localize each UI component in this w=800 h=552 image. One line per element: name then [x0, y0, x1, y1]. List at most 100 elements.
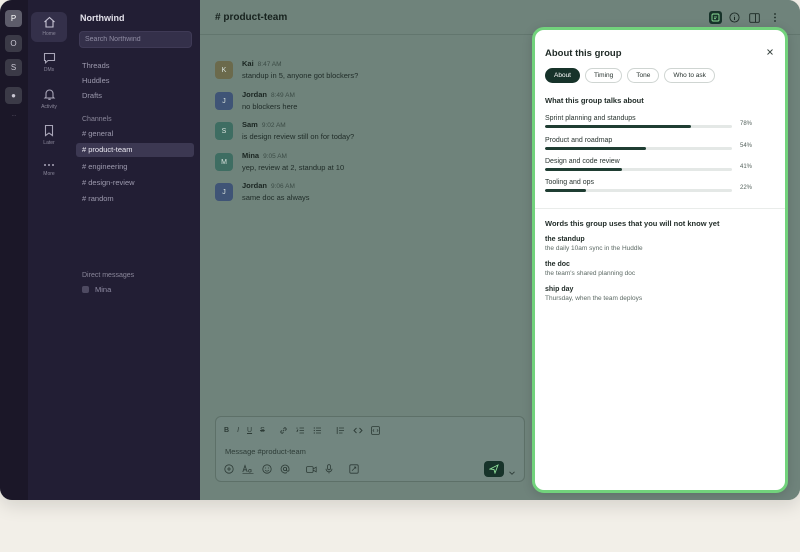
sidebar-channel-general[interactable]: # general — [76, 127, 194, 141]
home-icon — [43, 16, 55, 28]
strike-button[interactable]: S — [260, 427, 265, 434]
code-button[interactable] — [353, 426, 363, 435]
bold-button[interactable]: B — [224, 427, 229, 434]
author-name[interactable]: Jordan — [242, 181, 267, 190]
send-options-button[interactable] — [508, 464, 516, 482]
sidebar-channel-design-review[interactable]: # design-review — [76, 176, 194, 190]
nav-dms[interactable]: DMs — [28, 52, 70, 73]
code-icon — [353, 427, 363, 434]
nav-home-label: Home — [42, 31, 56, 37]
panel-tabs: About Timing Tone Who to ask — [545, 68, 715, 83]
plus-circle-icon — [224, 464, 234, 474]
topic-row: Product and roadmap 54% — [545, 137, 785, 157]
sidebar-link-huddles[interactable]: Huddles — [82, 76, 110, 85]
sidebar-channel-product-team[interactable]: # product-team — [76, 143, 194, 157]
sidebar-dm-mina[interactable]: Mina — [82, 285, 111, 294]
message-author[interactable]: Kai 8:47 AM — [242, 59, 282, 68]
author-name[interactable]: Kai — [242, 59, 254, 68]
message-text: yep, review at 2, standup at 10 — [242, 163, 345, 172]
glossary-term: ship day — [545, 286, 574, 293]
workspace-switcher-p[interactable]: P — [5, 10, 22, 27]
compose-shortcut-icon — [349, 464, 359, 474]
code-block-button[interactable] — [370, 426, 380, 435]
blockquote-button[interactable] — [336, 426, 345, 435]
emoji-button[interactable] — [262, 464, 272, 474]
nav-home[interactable]: Home — [31, 12, 67, 42]
tab-tone[interactable]: Tone — [627, 68, 660, 83]
emoji-icon — [262, 464, 272, 474]
workspace-name[interactable]: Northwind — [80, 13, 125, 23]
sidebar-channel-random[interactable]: # random — [76, 192, 194, 206]
more-options-button[interactable] — [768, 11, 781, 24]
chat-insight-icon — [711, 13, 720, 22]
bullet-list-button[interactable] — [313, 426, 322, 435]
sidebar-link-drafts[interactable]: Drafts — [82, 91, 102, 100]
audio-button[interactable] — [325, 464, 333, 474]
avatar[interactable]: K — [215, 61, 233, 79]
tab-who-to-ask[interactable]: Who to ask — [664, 68, 715, 83]
avatar[interactable]: S — [215, 122, 233, 140]
shortcut-button[interactable] — [349, 464, 359, 474]
avatar[interactable]: J — [215, 92, 233, 110]
dm-name: Mina — [95, 285, 112, 294]
message-time: 9:02 AM — [261, 122, 286, 129]
message-author[interactable]: Jordan 9:06 AM — [242, 181, 295, 190]
text-format-icon — [242, 464, 254, 474]
topic-percent: 54% — [740, 143, 753, 149]
send-button[interactable] — [484, 461, 504, 477]
mention-button[interactable] — [280, 464, 290, 474]
nav-activity[interactable]: Activity — [28, 88, 70, 110]
channel-title[interactable]: # product-team — [215, 12, 287, 23]
text-format-button[interactable] — [242, 464, 254, 474]
workspace-switcher-s[interactable]: S — [5, 59, 22, 76]
nav-later[interactable]: Later — [28, 124, 70, 146]
group-insights-button[interactable] — [709, 11, 722, 24]
message-author[interactable]: Sam 9:02 AM — [242, 120, 286, 129]
about-group-panel: About this group About Timing Tone Who t… — [532, 27, 788, 493]
nav-more[interactable]: More — [28, 162, 70, 177]
glossary-item: the doc the team's shared planning doc — [545, 261, 635, 277]
message-author[interactable]: Mina 9:05 AM — [242, 151, 287, 160]
code-block-icon — [370, 426, 380, 435]
more-icon — [44, 164, 54, 166]
italic-button[interactable]: I — [237, 427, 239, 434]
workspace-switcher-o[interactable]: O — [5, 35, 22, 52]
toggle-panel-button[interactable] — [748, 11, 761, 24]
video-button[interactable] — [306, 465, 317, 474]
bookmark-icon — [44, 124, 54, 137]
avatar — [82, 286, 89, 293]
avatar[interactable]: M — [215, 153, 233, 171]
topic-label: Sprint planning and standups — [545, 115, 636, 122]
author-name[interactable]: Mina — [242, 151, 259, 160]
search-input[interactable] — [79, 31, 192, 48]
author-name[interactable]: Jordan — [242, 90, 267, 99]
message-author[interactable]: Jordan 8:49 AM — [242, 90, 295, 99]
nav-dms-label: DMs — [43, 67, 55, 73]
glossary-definition: Thursday, when the team deploys — [545, 295, 643, 302]
glossary-item: ship day Thursday, when the team deploys — [545, 286, 642, 302]
ordered-list-button[interactable] — [296, 426, 305, 435]
message-icon — [43, 52, 55, 64]
tab-about[interactable]: About — [545, 68, 580, 83]
close-icon — [767, 49, 773, 55]
channels-section-label[interactable]: Channels — [82, 116, 112, 123]
workspace-switcher-dot[interactable]: ● — [5, 87, 22, 104]
channel-info-button[interactable] — [728, 11, 741, 24]
glossary-definition: the daily 10am sync in the Huddle — [545, 245, 643, 252]
sidebar-link-threads[interactable]: Threads — [82, 61, 110, 70]
close-panel-button[interactable] — [765, 47, 775, 57]
avatar[interactable]: J — [215, 183, 233, 201]
link-button[interactable] — [279, 426, 288, 435]
sidebar-channel-engineering[interactable]: # engineering — [76, 160, 194, 174]
message-text: same doc as always — [242, 193, 310, 202]
tab-timing[interactable]: Timing — [585, 68, 623, 83]
author-name[interactable]: Sam — [242, 120, 258, 129]
dm-section-label[interactable]: Direct messages — [82, 272, 134, 279]
message-input[interactable] — [225, 445, 505, 457]
underline-button[interactable]: U — [247, 427, 252, 434]
chevron-down-icon — [509, 471, 515, 475]
attach-button[interactable] — [224, 464, 234, 474]
bell-icon — [43, 89, 55, 100]
workspace-more[interactable]: ... — [0, 112, 28, 118]
topic-row: Tooling and ops 22% — [545, 179, 785, 199]
